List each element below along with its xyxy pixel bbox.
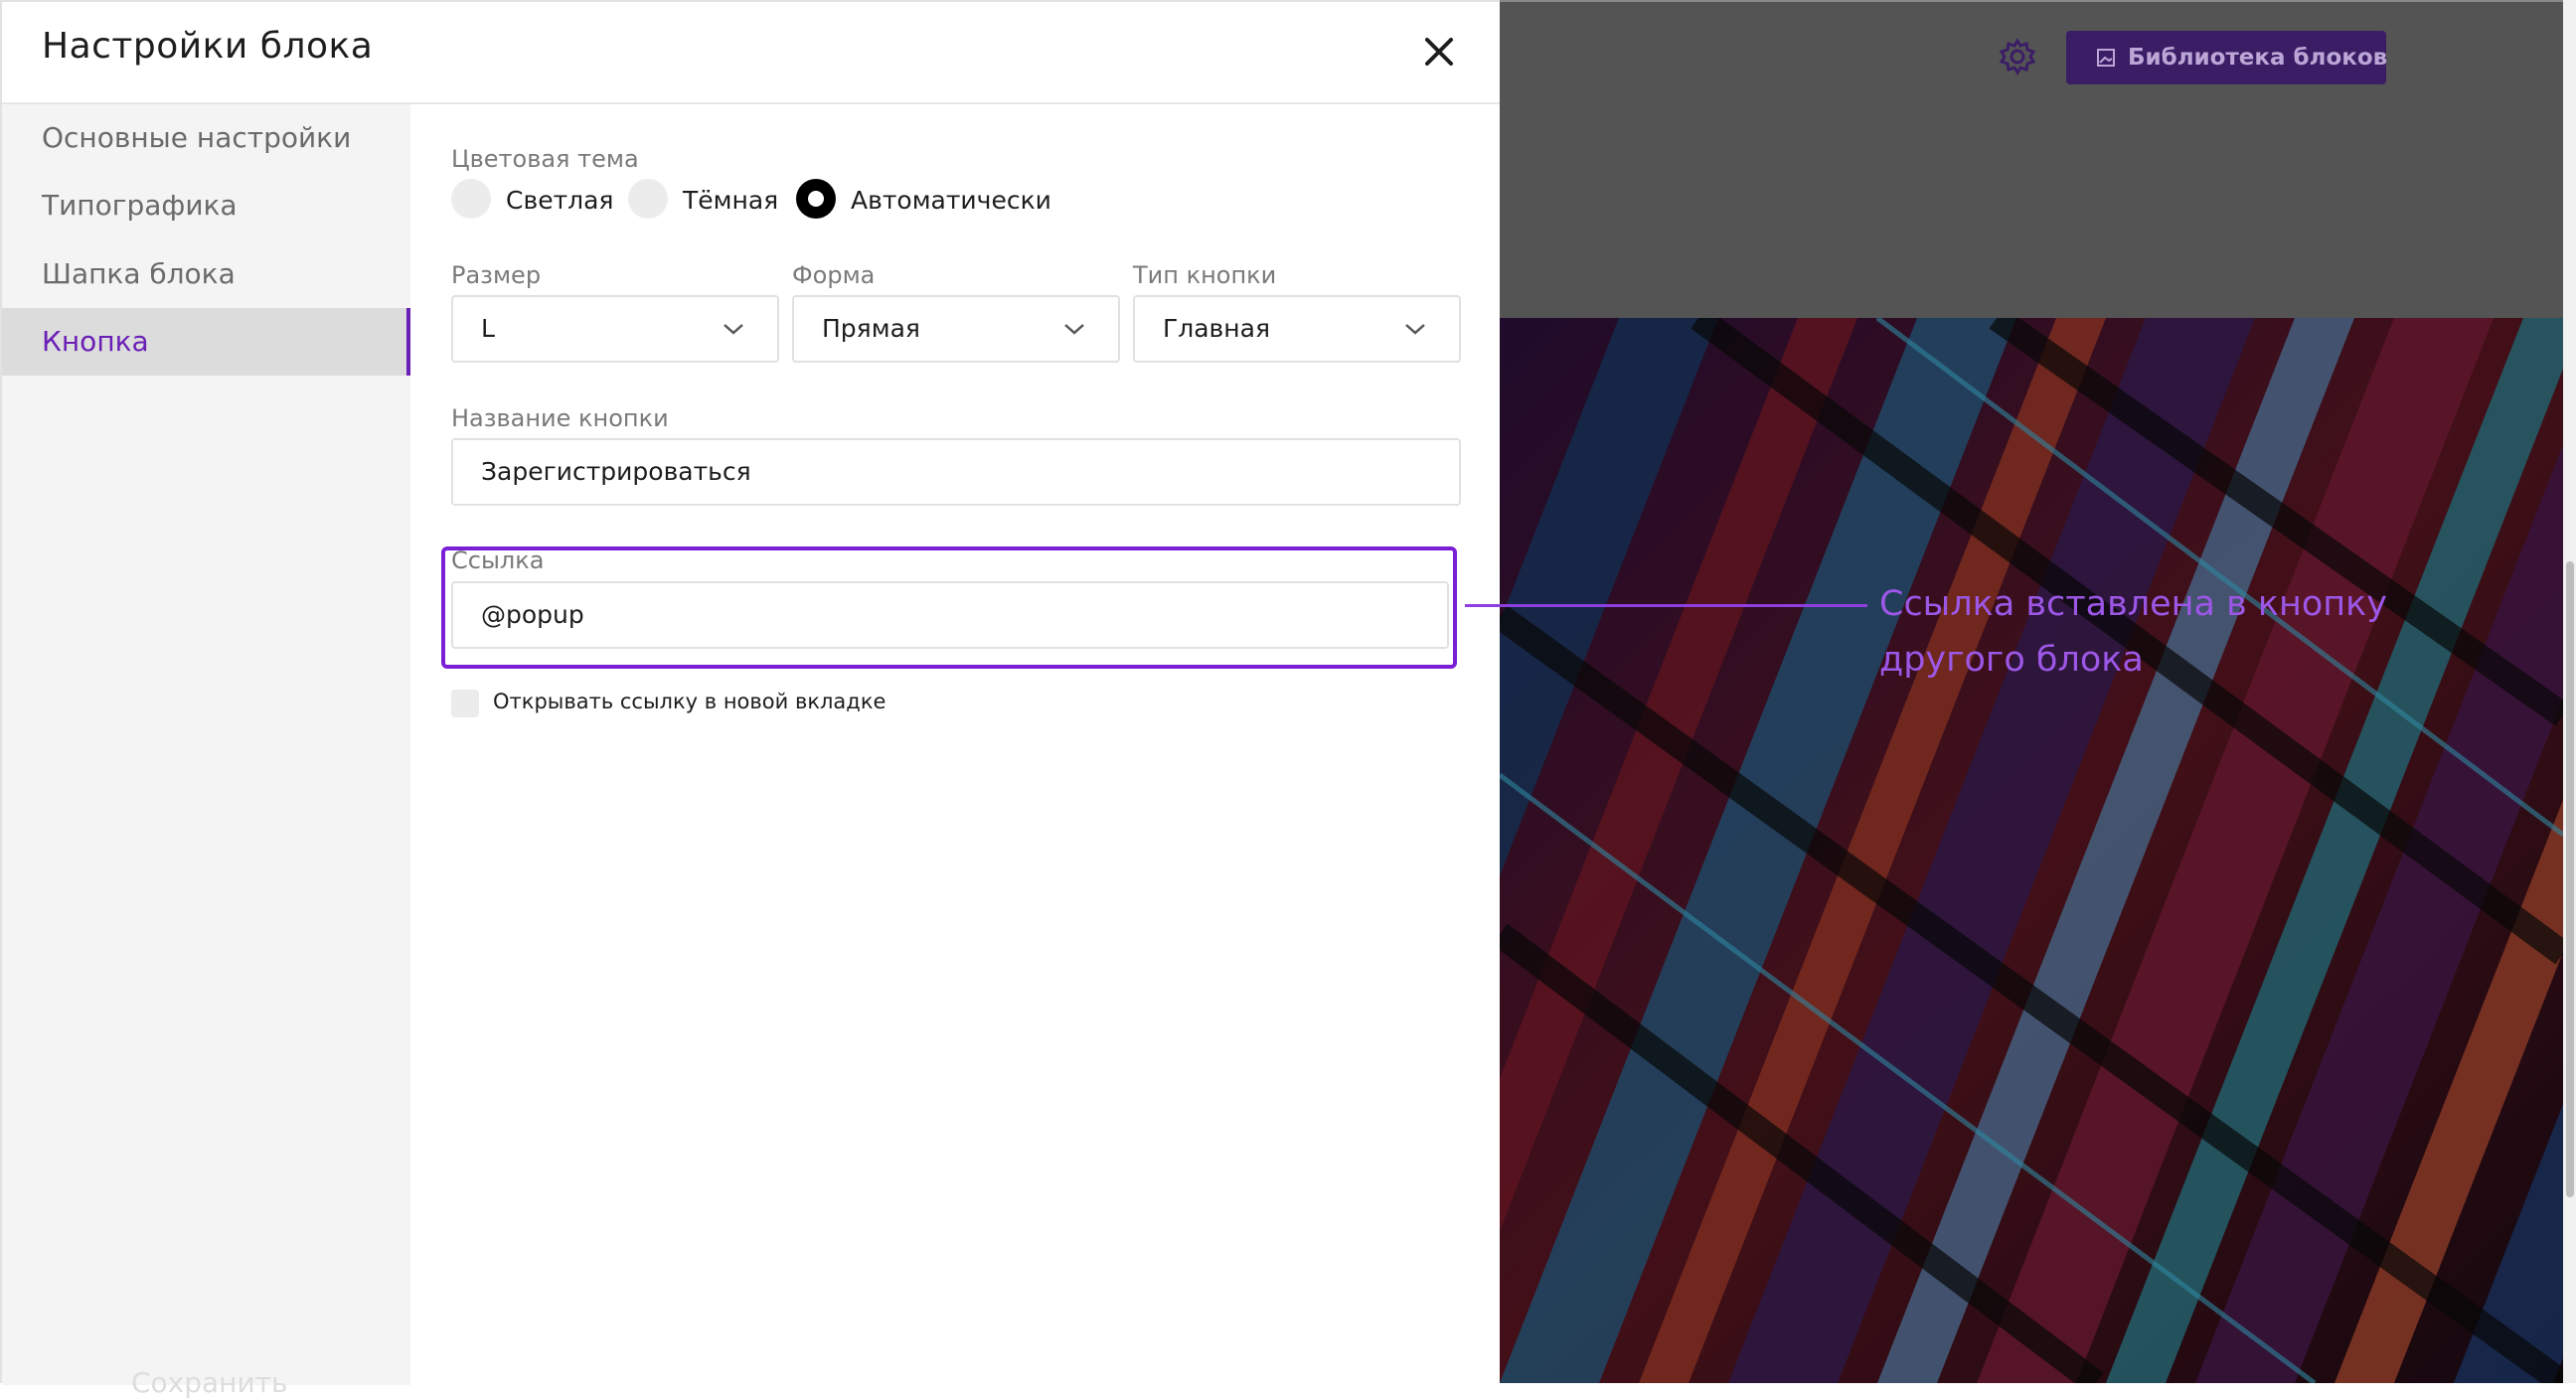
chevron-down-icon [1064, 324, 1084, 335]
new-tab-checkbox[interactable] [451, 690, 479, 717]
settings-button[interactable] [1999, 38, 2036, 76]
close-button[interactable] [1419, 32, 1459, 72]
button-name-label: Название кнопки [451, 404, 669, 432]
radio-auto[interactable] [796, 179, 836, 219]
button-type-select[interactable]: Главная [1133, 295, 1461, 363]
button-type-label: Тип кнопки [1133, 261, 1277, 289]
button-type-select-value: Главная [1163, 314, 1270, 343]
sidebar-item-button[interactable]: Кнопка [2, 308, 410, 376]
sidebar-item-block-header[interactable]: Шапка блока [2, 240, 410, 308]
sidebar-item-main-settings[interactable]: Основные настройки [2, 104, 410, 172]
color-theme-label: Цветовая тема [451, 145, 639, 173]
annotation-connector [1465, 604, 1867, 607]
preview-scrollbar[interactable] [2563, 0, 2576, 1383]
chevron-down-icon [724, 324, 743, 335]
settings-sidebar: Основные настройки Типографика Шапка бло… [2, 104, 410, 1399]
abstract-background-image [1500, 307, 2576, 1383]
block-library-label: Библиотека блоков [2128, 45, 2388, 71]
page-preview: Библиотека блоков [1500, 0, 2576, 1383]
scrollbar-thumb[interactable] [2566, 561, 2574, 1197]
sidebar-item-typography[interactable]: Типографика [2, 172, 410, 239]
link-label: Ссылка [451, 546, 545, 574]
close-icon [1425, 38, 1453, 66]
shape-select[interactable]: Прямая [792, 295, 1120, 363]
shape-select-value: Прямая [822, 314, 920, 343]
radio-dark-label: Тёмная [683, 186, 779, 215]
new-tab-checkbox-label: Открывать ссылку в новой вкладке [493, 690, 886, 713]
size-select[interactable]: L [451, 295, 779, 363]
button-name-input[interactable]: Зарегистрироваться [451, 438, 1461, 506]
size-select-value: L [481, 314, 495, 343]
radio-light-label: Светлая [506, 186, 614, 215]
modal-header: Настройки блока [2, 2, 1502, 104]
image-icon [2097, 49, 2115, 67]
abstract-stripes-image [1500, 307, 2576, 1383]
modal-title: Настройки блока [42, 26, 374, 67]
link-input[interactable]: @popup [451, 581, 1449, 649]
block-library-button[interactable]: Библиотека блоков [2066, 31, 2388, 84]
preview-toolbar-area: Библиотека блоков [1500, 0, 2563, 318]
size-label: Размер [451, 261, 542, 289]
chevron-down-icon [1405, 324, 1425, 335]
annotation-text: Ссылка вставлена в кнопку другого блока [1879, 584, 2388, 680]
radio-dark[interactable] [628, 179, 668, 219]
radio-light[interactable] [451, 179, 491, 219]
shape-label: Форма [792, 261, 876, 289]
gear-icon [1999, 38, 2036, 76]
radio-auto-label: Автоматически [851, 186, 1051, 215]
block-settings-modal: Настройки блока Основные настройки Типог… [0, 0, 1502, 1399]
